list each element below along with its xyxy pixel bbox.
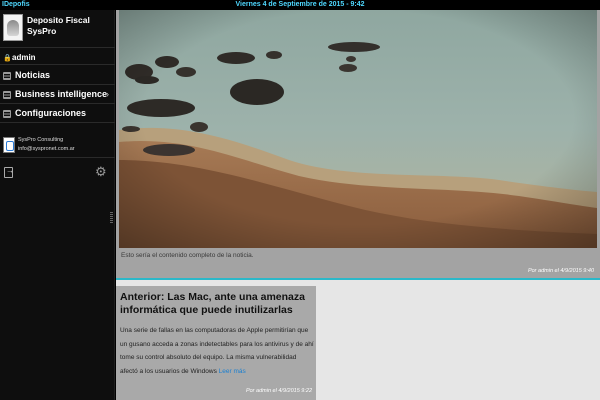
company-name: SysPro Consulting	[18, 137, 64, 143]
news-excerpt: Una serie de fallas en las computadoras …	[120, 324, 314, 378]
user-info[interactable]: 🔒 admin	[0, 51, 115, 65]
sidebar: Deposito Fiscal SysPro 🔒 admin Noticias …	[0, 10, 115, 400]
brand-title: Deposito Fiscal SysPro	[27, 15, 90, 37]
post-meta: Por admin el 4/9/2015 9:40	[527, 268, 594, 274]
company-logo	[3, 137, 15, 153]
company-info: SysPro Consulting info@syspronet.com.ar	[0, 134, 115, 158]
sidebar-item-label: Business intelligence	[15, 89, 108, 99]
list-icon	[3, 91, 11, 99]
sidebar-item-noticias[interactable]: Noticias	[0, 67, 115, 85]
sidebar-item-configuraciones[interactable]: Configuraciones	[0, 105, 115, 123]
post-meta: Por admin el 4/9/2015 9:22	[245, 388, 312, 394]
list-icon	[3, 72, 11, 80]
gear-icon[interactable]: ⚙	[95, 164, 107, 180]
company-email[interactable]: info@syspronet.com.ar	[18, 146, 75, 152]
top-bar: IDepofis Viernes 4 de Septiembre de 2015…	[0, 0, 600, 10]
sidebar-item-business-intelligence[interactable]: Business intelligence ›	[0, 86, 115, 104]
list-icon	[3, 110, 11, 118]
read-more-link[interactable]: Leer más	[219, 368, 246, 375]
news-title[interactable]: Anterior: Las Mac, ante una amenaza info…	[120, 291, 312, 316]
chevron-right-icon: ›	[106, 89, 109, 99]
main-content: Esto sería el contenido completo de la n…	[116, 10, 600, 400]
news-excerpt-text: Una serie de fallas en las computadoras …	[120, 327, 314, 375]
brand[interactable]: Deposito Fiscal SysPro	[0, 10, 115, 48]
username: admin	[12, 53, 36, 62]
current-datetime: Viernes 4 de Septiembre de 2015 - 9:42	[235, 1, 365, 8]
sidebar-resize-handle[interactable]	[110, 212, 113, 224]
brand-title-line: Deposito Fiscal	[27, 15, 90, 25]
logout-icon[interactable]	[4, 166, 14, 178]
lock-icon: 🔒	[3, 55, 12, 62]
app-logo	[3, 14, 23, 41]
sidebar-item-label: Noticias	[15, 70, 51, 80]
brand-subtitle: SysPro	[27, 26, 57, 36]
news-photo	[119, 10, 597, 248]
news-card-previous[interactable]: Anterior: Las Mac, ante una amenaza info…	[116, 286, 316, 400]
sidebar-item-label: Configuraciones	[15, 108, 87, 118]
news-content: Esto sería el contenido completo de la n…	[121, 252, 254, 259]
news-card-current: Esto sería el contenido completo de la n…	[116, 10, 600, 280]
